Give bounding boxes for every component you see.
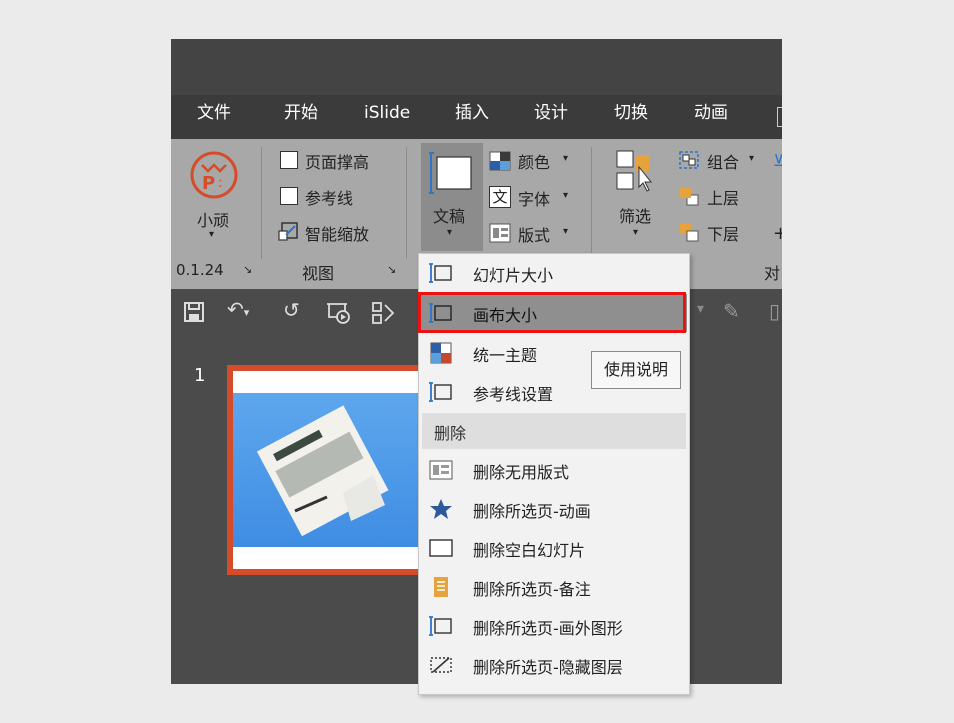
document-button[interactable]: 文稿 ▾	[421, 143, 483, 251]
menu-item-delete-animations[interactable]: 删除所选页-动画	[419, 490, 687, 528]
colors-label[interactable]: 颜色	[518, 149, 550, 173]
group-launcher-icon[interactable]: ↘	[387, 263, 396, 276]
menu-item-label: 统一主题	[473, 346, 538, 365]
bring-forward-label[interactable]: 上层	[707, 185, 739, 209]
menu-section-header: 删除	[422, 413, 686, 449]
menu-item-label: 参考线设置	[473, 385, 554, 404]
section-header-label: 删除	[434, 424, 467, 443]
page-stretch-label: 页面撑高	[305, 153, 370, 172]
slide-number: 1	[194, 365, 206, 386]
offslide-shapes-icon	[429, 616, 452, 636]
tab-partial-icon	[777, 107, 782, 127]
menu-item-label: 幻灯片大小	[473, 266, 554, 285]
group-separator	[261, 147, 262, 259]
layout-icon	[489, 223, 511, 243]
chevron-down-icon: ▾	[209, 229, 215, 240]
layout-list-icon	[429, 460, 453, 480]
tab-insert[interactable]: 插入	[455, 95, 489, 139]
menu-item-label: 删除无用版式	[473, 463, 570, 482]
chevron-down-icon[interactable]: ▾	[697, 301, 704, 317]
filter-button[interactable]: 筛选 ▾	[611, 147, 661, 247]
plus-partial-icon: +	[773, 223, 782, 244]
undo-icon[interactable]: ↶▾	[227, 297, 249, 321]
tab-islide[interactable]: iSlide	[364, 95, 410, 139]
layout-toggle-icon[interactable]	[371, 301, 397, 330]
send-backward-label[interactable]: 下层	[707, 221, 739, 245]
chevron-down-icon: ▾	[563, 226, 569, 237]
usage-tooltip[interactable]: 使用说明	[591, 351, 681, 389]
chevron-down-icon: ▾	[749, 153, 755, 164]
align-group-label: 对	[764, 264, 781, 283]
menu-item-label: 删除所选页-备注	[473, 580, 591, 599]
selection-highlight-box	[418, 292, 686, 333]
chevron-down-icon: ▾	[563, 153, 569, 164]
tab-file[interactable]: 文件	[197, 95, 231, 139]
chevron-down-icon: ▾	[447, 227, 453, 238]
page-stretch-checkbox[interactable]	[280, 151, 298, 169]
smart-zoom-icon	[278, 222, 298, 241]
xiaowan-logo-icon: P :	[190, 151, 238, 199]
color-palette-icon	[489, 151, 511, 171]
menu-item-label: 删除所选页-动画	[473, 502, 591, 521]
chevron-down-icon: ▾	[563, 190, 569, 201]
slide-thumbnail[interactable]	[227, 365, 427, 575]
svg-text::: :	[218, 175, 223, 191]
version-label: 0.1.24	[176, 261, 224, 279]
menu-item-delete-notes[interactable]: 删除所选页-备注	[419, 568, 687, 606]
layouts-label[interactable]: 版式	[518, 222, 550, 246]
theme-icon	[430, 342, 452, 364]
view-group-label: 视图	[302, 264, 335, 283]
menu-item-slide-size[interactable]: 幻灯片大小	[419, 254, 687, 292]
chevron-down-icon: ▾	[633, 227, 639, 238]
menu-item-label: 删除空白幻灯片	[473, 541, 586, 560]
partial-icon: ▯	[769, 299, 781, 323]
group-objects-icon	[679, 151, 699, 169]
slideshow-icon[interactable]	[325, 301, 353, 330]
hidden-layers-icon	[430, 657, 452, 673]
tab-design[interactable]: 设计	[534, 95, 568, 139]
brochure-image	[256, 405, 389, 537]
tab-animation[interactable]: 动画	[694, 95, 728, 139]
svg-text:P: P	[202, 173, 215, 194]
title-bar	[171, 39, 782, 95]
guide-settings-icon	[429, 382, 452, 402]
fonts-label[interactable]: 字体	[518, 186, 550, 210]
menu-item-delete-hidden-layers[interactable]: 删除所选页-隐藏图层	[419, 646, 687, 684]
slide-size-icon	[429, 263, 452, 283]
menu-item-label: 删除所选页-隐藏图层	[473, 658, 623, 677]
xiaowan-label: 小顽	[197, 211, 230, 230]
guides-checkbox[interactable]	[280, 187, 298, 205]
xiaowan-button[interactable]: P : 小顽 ▾	[188, 149, 244, 249]
slide-image	[233, 393, 421, 547]
send-backward-icon	[680, 224, 699, 242]
menu-item-label: 删除所选页-画外图形	[473, 619, 623, 638]
menu-item-delete-blank-slides[interactable]: 删除空白幻灯片	[419, 529, 687, 567]
star-icon	[430, 499, 452, 519]
format-painter-icon[interactable]: ✎	[723, 299, 740, 323]
filter-select-icon	[616, 150, 653, 192]
tab-home[interactable]: 开始	[284, 95, 318, 139]
tab-transition[interactable]: 切换	[614, 95, 648, 139]
font-icon: 文	[489, 186, 511, 208]
document-icon	[429, 152, 472, 194]
menu-item-delete-offslide-shapes[interactable]: 删除所选页-画外图形	[419, 607, 687, 645]
align-partial-icon: ⊻	[773, 151, 782, 170]
save-icon[interactable]	[183, 301, 205, 328]
group-separator	[406, 147, 407, 259]
document-label: 文稿	[433, 207, 466, 226]
group-label[interactable]: 组合	[707, 149, 739, 173]
redo-icon[interactable]: ↺	[283, 298, 300, 322]
group-separator	[591, 147, 592, 259]
smart-zoom-label[interactable]: 智能缩放	[305, 221, 369, 245]
notes-icon	[434, 577, 448, 597]
group-launcher-icon[interactable]: ↘	[243, 263, 252, 276]
ribbon-tabs: 文件 开始 iSlide 插入 设计 切换 动画	[171, 95, 782, 139]
guides-label: 参考线	[305, 189, 354, 208]
menu-item-delete-unused-layouts[interactable]: 删除无用版式	[419, 451, 687, 489]
filter-label: 筛选	[619, 207, 652, 226]
bring-forward-icon	[680, 188, 699, 206]
slide-canvas	[233, 371, 421, 569]
blank-slide-icon	[429, 539, 453, 557]
